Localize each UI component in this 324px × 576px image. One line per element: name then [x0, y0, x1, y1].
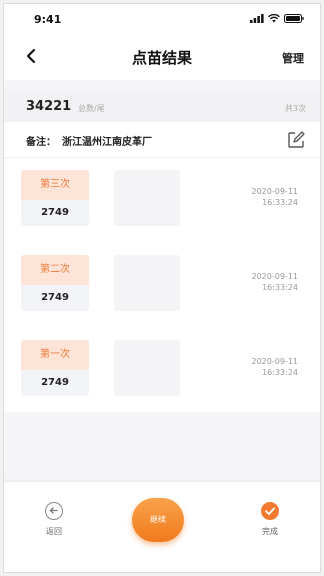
- wifi-icon: [268, 14, 280, 23]
- back-button[interactable]: 返回: [34, 502, 74, 537]
- record-item: 第一次 2749 2020-09-11 16:33:24: [4, 340, 320, 420]
- empty-area: [4, 412, 320, 482]
- status-bar: 9:41: [4, 4, 320, 34]
- record-list: 第三次 2749 2020-09-11 16:33:24 第二次 2749 20…: [4, 158, 320, 412]
- round-count: 2749: [21, 370, 89, 396]
- record-date: 2020-09-11: [251, 187, 299, 196]
- manage-button[interactable]: 管理: [282, 50, 304, 66]
- bottom-action-bar: 返回 继续 完成: [4, 482, 320, 572]
- remark-value: 浙江温州江南皮革厂: [62, 137, 152, 148]
- record-item: 第三次 2749 2020-09-11 16:33:24: [4, 170, 320, 250]
- photo-thumbnail[interactable]: [114, 255, 180, 311]
- signal-icon: [250, 14, 264, 23]
- done-button[interactable]: 完成: [250, 502, 290, 537]
- remark-label: 备注：: [26, 137, 56, 148]
- check-icon: [261, 502, 279, 520]
- round-count: 2749: [21, 285, 89, 311]
- back-arrow-icon: [45, 502, 63, 520]
- record-time: 16:33:24: [262, 198, 298, 207]
- summary-unit: 总数/尾: [78, 104, 105, 113]
- record-time: 16:33:24: [262, 368, 298, 377]
- record-item: 第二次 2749 2020-09-11 16:33:24: [4, 255, 320, 335]
- nav-bar: 点苗结果 管理: [4, 34, 320, 80]
- status-time: 9:41: [34, 13, 62, 26]
- round-badge: 第三次: [21, 170, 89, 200]
- continue-button[interactable]: 继续: [132, 498, 184, 542]
- round-count: 2749: [21, 200, 89, 226]
- summary-bar: 34221 总数/尾 共3次: [4, 92, 320, 122]
- summary-total: 共3次: [284, 104, 306, 113]
- done-label: 完成: [262, 527, 278, 536]
- record-time: 16:33:24: [262, 283, 298, 292]
- summary-count: 34221: [26, 99, 72, 114]
- phone-screen: 9:41 点苗结果 管理 34221 总数/尾 共3次 备注： 浙江温州江南皮革…: [3, 3, 321, 573]
- record-date: 2020-09-11: [251, 357, 299, 366]
- status-icons: [250, 14, 304, 23]
- round-badge: 第二次: [21, 255, 89, 285]
- remark-row: 备注： 浙江温州江南皮革厂: [4, 122, 320, 158]
- back-label: 返回: [46, 527, 62, 536]
- battery-icon: [284, 14, 304, 23]
- photo-thumbnail[interactable]: [114, 170, 180, 226]
- record-date: 2020-09-11: [251, 272, 299, 281]
- round-badge: 第一次: [21, 340, 89, 370]
- edit-icon[interactable]: [286, 130, 306, 150]
- page-title: 点苗结果: [131, 49, 192, 67]
- photo-thumbnail[interactable]: [114, 340, 180, 396]
